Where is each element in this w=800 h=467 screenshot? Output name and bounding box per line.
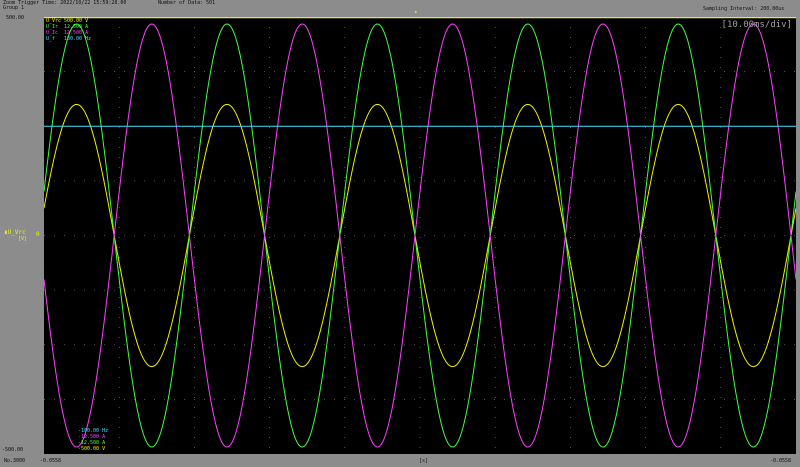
data-count: Number of Data: 501 — [158, 0, 216, 6]
footer-cursor: [s] — [419, 458, 429, 464]
time-per-div: [10.00ms/div] — [721, 20, 792, 30]
channel-unit: [V] — [18, 236, 28, 242]
footer-end: -0.0558 — [770, 458, 792, 464]
grid — [44, 17, 796, 454]
sampling-interval: Sampling Interval: 200.00us — [703, 6, 785, 12]
trigger-marker[interactable]: ▾ — [414, 9, 418, 16]
waveform-plot[interactable]: [10.00ms/div] U_Vrc 500.00 V U_Ir 12.500 AU… — [44, 17, 796, 454]
y-bottom-label: -500.00 — [2, 447, 24, 453]
group-label: Group 1 — [3, 5, 25, 11]
legend-channel-name: U_f — [46, 36, 56, 42]
traces — [44, 17, 796, 448]
y-top-label: 500.00 — [6, 15, 25, 21]
footer-start: -0.0558 — [40, 458, 62, 464]
zero-label: 0 — [36, 231, 40, 238]
channel-name: U_Vrc — [7, 229, 26, 236]
legend-bottom-row: -500.00 V — [78, 446, 106, 452]
legend-top-row: U_f 100.00 Hz — [46, 36, 91, 42]
waveform-svg — [44, 17, 796, 454]
footer-no: No.3000 — [4, 458, 26, 464]
channel-marker[interactable]: ▮U_Vrc — [4, 229, 26, 236]
legend-channel-scale: 100.00 Hz — [64, 36, 92, 42]
